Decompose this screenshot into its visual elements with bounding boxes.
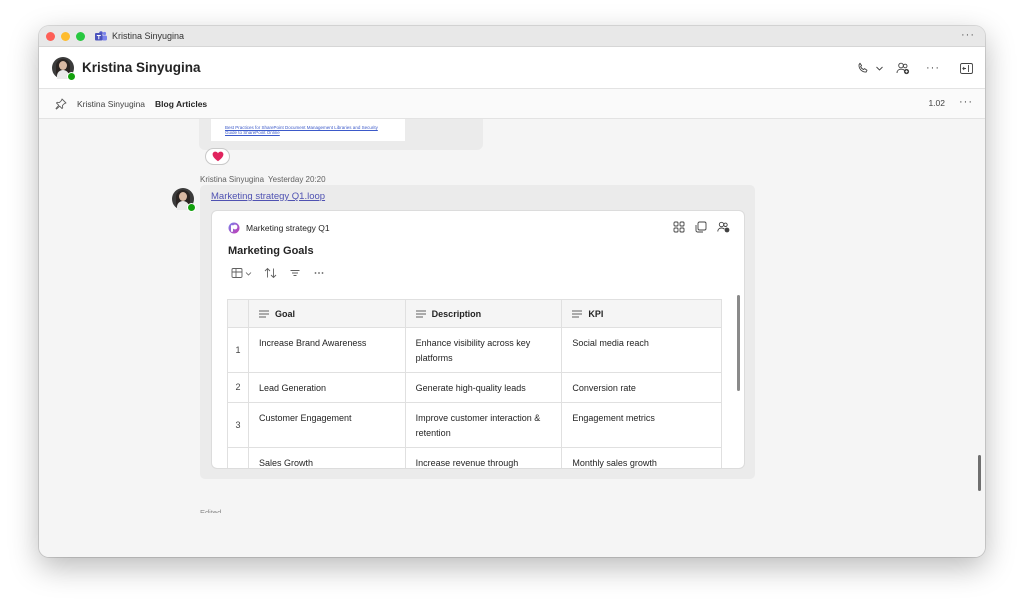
teams-logo-icon [95,30,107,42]
cell-description[interactable]: Increase revenue through [404,447,563,468]
cell-kpi[interactable]: Monthly sales growth [561,447,722,468]
more-options-button[interactable]: ··· [926,60,940,76]
chat-contact-name[interactable]: Kristina Sinyugina [82,60,201,75]
loop-component-card: Marketing strategy Q1 Marketing Goals Go… [211,210,745,469]
tab-blog-articles[interactable]: Blog Articles [155,99,207,109]
table-row: Sales Growth Increase revenue through Mo… [227,447,722,468]
chat-scrollbar[interactable] [978,455,981,491]
marketing-goals-table: Goal Description KPI 1 Increase Brand Aw… [227,299,722,468]
people-add-icon[interactable] [896,60,910,76]
copy-component-icon[interactable] [695,221,707,233]
message-meta: Kristina Sinyugina Yesterday 20:20 [200,175,326,184]
cell-kpi[interactable]: Social media reach [561,327,722,373]
window-more-button[interactable]: ··· [961,29,975,41]
tab-chat[interactable]: Kristina Sinyugina [77,99,145,109]
teams-window: Kristina Sinyugina ··· Kristina Sinyugin… [39,26,985,557]
loop-toolbar [673,221,730,233]
apps-grid-icon[interactable] [673,221,685,233]
column-header-kpi[interactable]: KPI [561,299,722,328]
cell-goal[interactable]: Sales Growth [248,447,406,468]
message-sender: Kristina Sinyugina [200,175,265,184]
presence-available-icon [67,71,76,81]
table-row: 3 Customer Engagement Improve customer i… [227,402,722,448]
share-people-icon[interactable] [717,221,730,233]
version-label: 1.02 [928,98,945,108]
cell-kpi[interactable]: Engagement metrics [561,402,722,448]
loop-heading: Marketing Goals [228,245,314,257]
message-bubble: Marketing strategy Q1.loop Marketing str… [200,185,755,479]
table-header-row: Goal Description KPI [227,299,722,328]
chevron-down-icon[interactable] [875,60,884,76]
sort-icon[interactable] [264,267,277,279]
window-title: Kristina Sinyugina [112,31,185,41]
column-header-description[interactable]: Description [404,299,563,328]
chat-message-list[interactable]: Best Practices for SharePoint Document M… [39,119,985,557]
tab-bar: Kristina Sinyugina Blog Articles 1.02 ··… [39,89,985,119]
table-layout-icon[interactable] [231,267,252,279]
window-controls [46,31,85,41]
table-row: 1 Increase Brand Awareness Enhance visib… [227,327,722,373]
window-titlebar: Kristina Sinyugina ··· [39,26,985,47]
row-number: 3 [227,402,249,448]
loop-title[interactable]: Marketing strategy Q1 [246,223,330,233]
loop-logo-icon [228,222,240,234]
zoom-window-button[interactable] [76,31,85,41]
presence-available-icon [187,203,196,212]
text-column-icon [259,310,269,318]
previous-message-content: Best Practices for SharePoint Document M… [211,119,405,141]
popout-icon[interactable] [960,60,973,76]
sender-avatar[interactable] [172,188,196,212]
row-number: 2 [227,372,249,403]
cell-description[interactable]: Enhance visibility across key platforms [404,327,563,373]
pin-icon[interactable] [55,98,67,110]
avatar[interactable] [52,56,76,81]
minimize-window-button[interactable] [61,31,70,41]
filter-icon[interactable] [289,267,301,279]
reaction-heart-button[interactable] [205,148,230,165]
table-more-icon[interactable] [313,267,325,279]
header-actions: ··· [857,47,973,89]
chat-header: Kristina Sinyugina ··· [39,47,985,89]
heart-icon [212,151,223,162]
previous-message-link[interactable]: Guide to SharePoint Online [225,130,405,135]
phone-icon[interactable] [857,60,869,76]
edited-label: Edited [200,508,222,513]
loop-card-header: Marketing strategy Q1 [228,222,330,234]
cell-goal[interactable]: Increase Brand Awareness [248,327,406,373]
previous-message-card: Best Practices for SharePoint Document M… [199,119,483,150]
row-number-header [227,299,249,328]
cell-description[interactable]: Improve customer interaction & retention [404,402,563,448]
column-header-goal[interactable]: Goal [248,299,406,328]
loop-scrollbar[interactable] [737,295,740,391]
text-column-icon [415,310,426,318]
table-row: 2 Lead Generation Generate high-quality … [227,372,722,403]
cell-description[interactable]: Generate high-quality leads [404,372,563,403]
cell-goal[interactable]: Lead Generation [248,372,406,403]
cell-goal[interactable]: Customer Engagement [248,402,406,448]
row-number: 1 [227,327,249,373]
close-window-button[interactable] [46,31,55,41]
tab-more-button[interactable]: ··· [959,96,973,108]
loop-file-link[interactable]: Marketing strategy Q1.loop [211,191,325,202]
table-toolbar [231,267,325,279]
cell-kpi[interactable]: Conversion rate [561,372,722,403]
message-timestamp: Yesterday 20:20 [268,175,326,184]
row-number [227,447,249,468]
text-column-icon [572,310,583,318]
